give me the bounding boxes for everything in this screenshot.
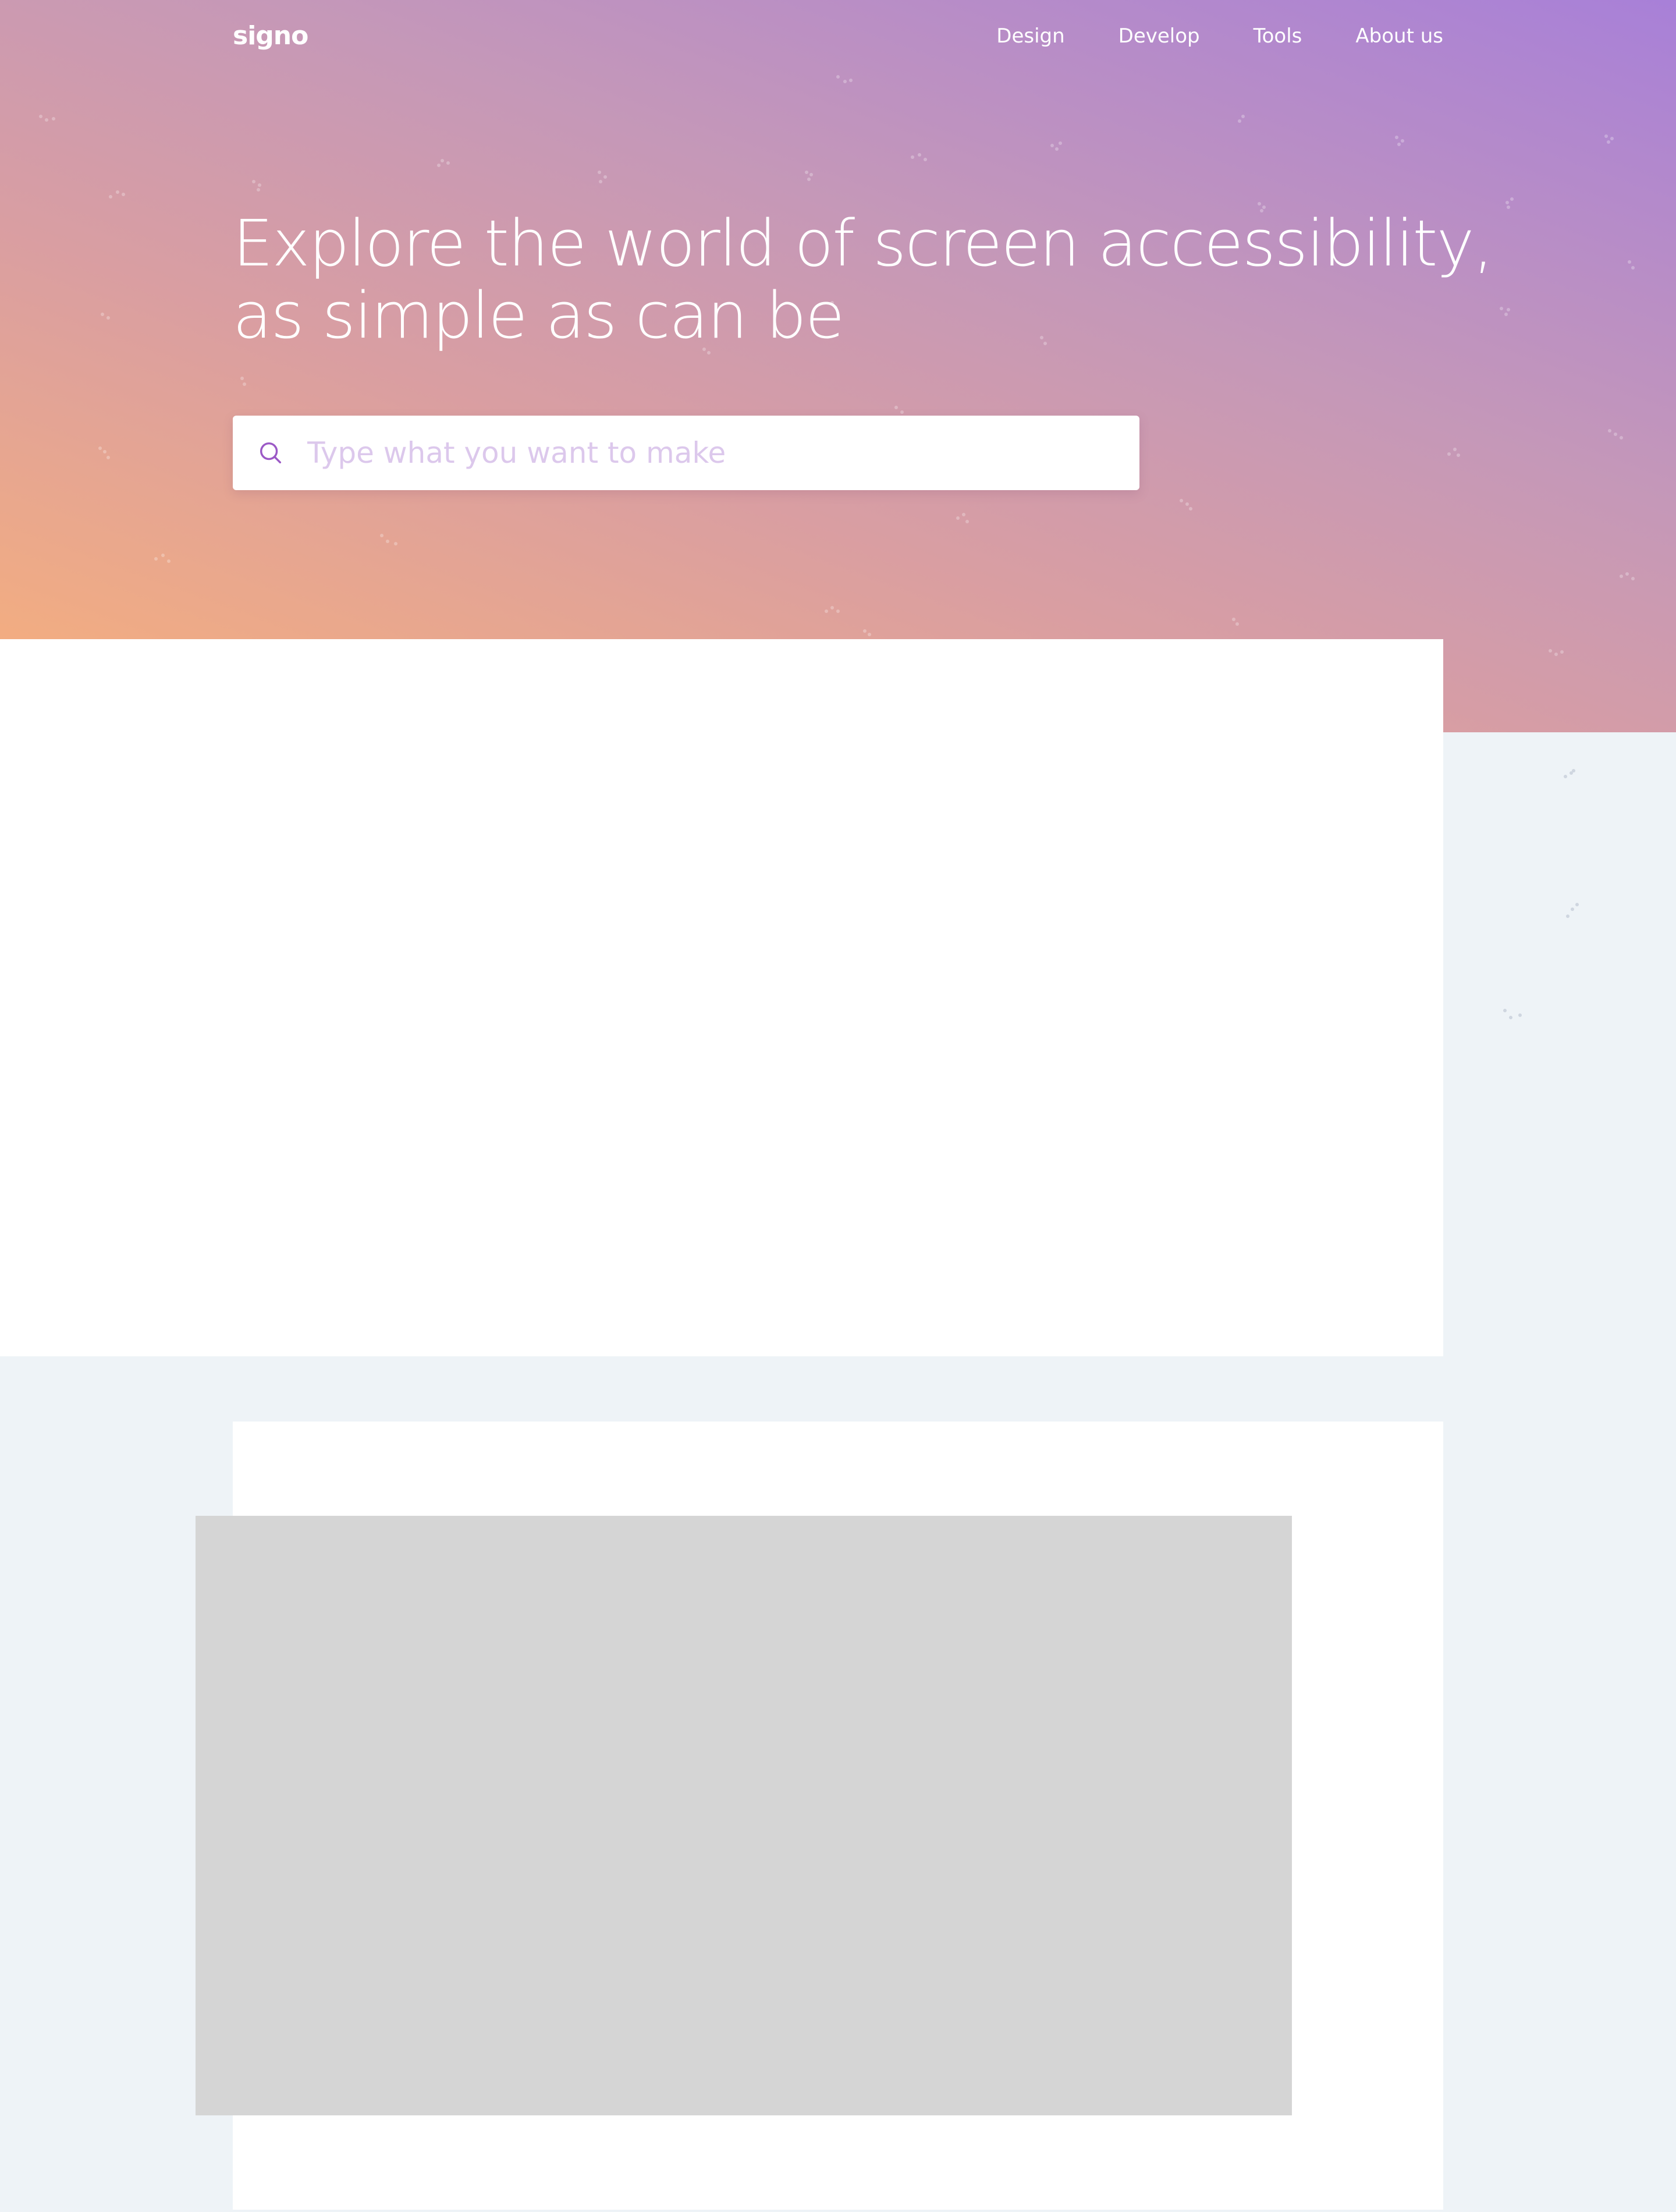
nav-link-develop[interactable]: Develop [1118,24,1200,48]
search-bar[interactable] [233,416,1139,490]
nav-link-design[interactable]: Design [996,24,1064,48]
search-input[interactable] [306,435,1065,470]
nav-link-about-us[interactable]: About us [1355,24,1443,48]
hero-headline-line-1: Explore the world of screen accessibilit… [233,206,1494,281]
white-content-panel [0,639,1443,1356]
search-icon [260,442,282,464]
media-placeholder-image [196,1516,1292,2115]
hero-headline-line-2: as simple as can be [233,278,845,353]
main-navigation: Design Develop Tools About us [996,24,1443,48]
nav-link-tools[interactable]: Tools [1254,24,1302,48]
hero-headline: Explore the world of screen accessibilit… [233,206,1494,353]
hero-background [0,0,1676,732]
signo-logo[interactable]: signo [233,21,308,51]
